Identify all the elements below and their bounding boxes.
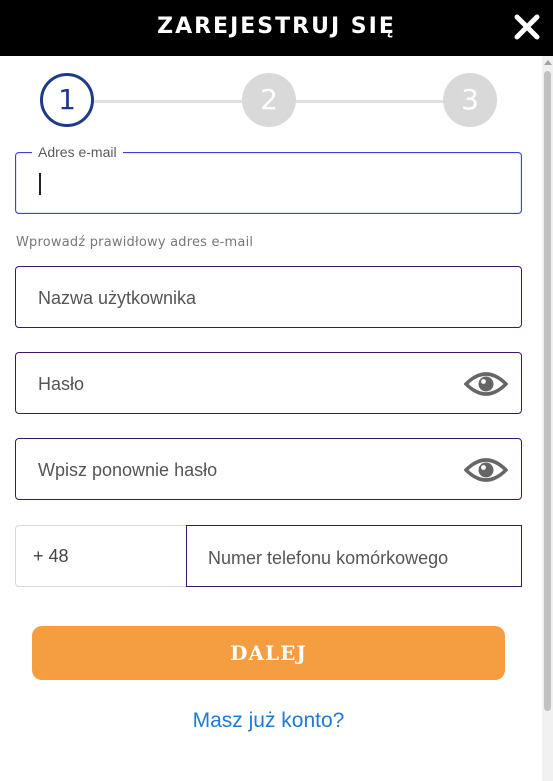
- password-placeholder: Hasło: [38, 374, 85, 394]
- email-hint: Wprowadź prawidłowy adres e-mail: [16, 235, 254, 250]
- scrollbar[interactable]: [542, 56, 553, 781]
- scroll-thumb[interactable]: [544, 71, 551, 711]
- password-repeat-field[interactable]: Wpisz ponownie hasło: [15, 438, 522, 500]
- phone-number-field[interactable]: Numer telefonu komórkowego: [186, 525, 522, 587]
- close-button[interactable]: [513, 13, 541, 41]
- email-label: Adres e-mail: [32, 144, 123, 160]
- phone-prefix-value: + 48: [33, 546, 69, 566]
- text-caret: [39, 173, 41, 195]
- phone-prefix-select[interactable]: + 48: [15, 525, 187, 587]
- scroll-up-arrow-icon[interactable]: [544, 60, 552, 65]
- modal-header: ZAREJESTRUJ SIĘ: [0, 0, 553, 56]
- modal-title: ZAREJESTRUJ SIĘ: [157, 14, 396, 39]
- username-field[interactable]: Nazwa użytkownika: [15, 266, 522, 328]
- step-3: 3: [443, 73, 497, 127]
- step-2: 2: [242, 73, 296, 127]
- step-connector: [94, 100, 244, 103]
- phone-placeholder: Numer telefonu komórkowego: [208, 548, 449, 568]
- password-field[interactable]: Hasło: [15, 352, 522, 414]
- step-1: 1: [40, 73, 94, 127]
- username-placeholder: Nazwa użytkownika: [38, 288, 197, 308]
- close-icon: [514, 14, 540, 40]
- eye-icon[interactable]: [464, 370, 508, 398]
- password-repeat-placeholder: Wpisz ponownie hasło: [38, 460, 218, 480]
- eye-icon[interactable]: [464, 456, 508, 484]
- next-button[interactable]: DALEJ: [32, 626, 505, 680]
- registration-stepper: 1 2 3: [0, 70, 540, 130]
- step-connector: [295, 100, 445, 103]
- email-field[interactable]: Adres e-mail: [15, 144, 522, 214]
- login-link[interactable]: Masz już konto?: [0, 709, 537, 733]
